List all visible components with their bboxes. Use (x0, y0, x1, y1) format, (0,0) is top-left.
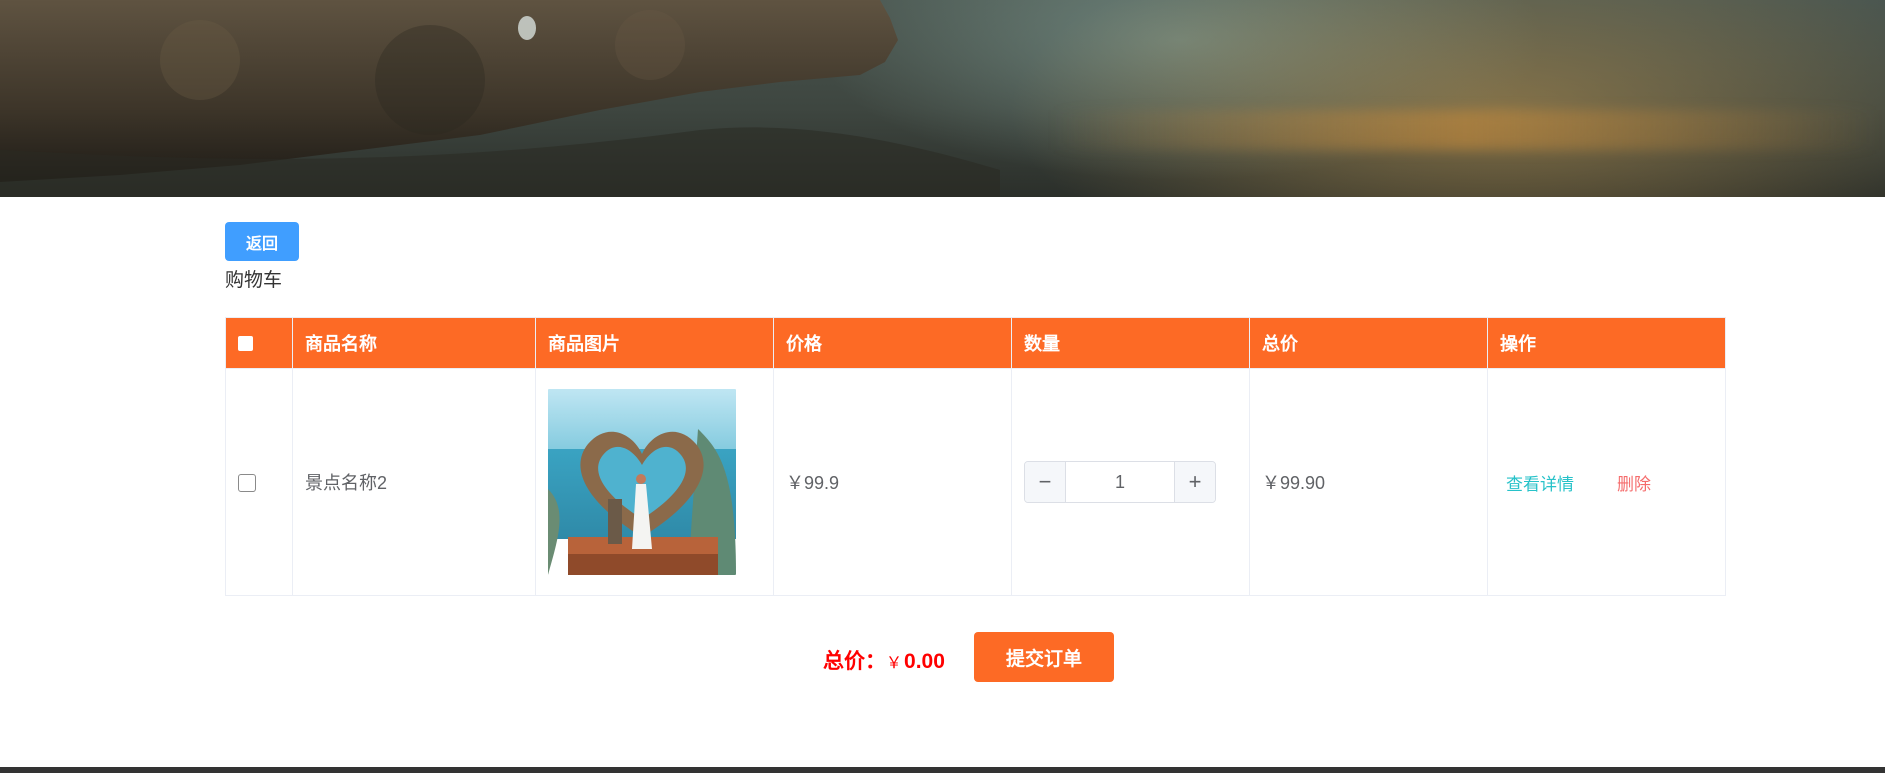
select-all-checkbox[interactable] (238, 336, 253, 352)
banner-rock-illustration (0, 0, 1000, 197)
row-select-cell (225, 368, 293, 596)
decrease-quantity-button[interactable]: − (1025, 462, 1066, 502)
product-image[interactable] (548, 389, 736, 575)
product-image-cell (535, 368, 774, 596)
header-price: 价格 (773, 317, 1012, 369)
submit-order-button[interactable]: 提交订单 (974, 632, 1114, 682)
page-title: 购物车 (225, 270, 283, 291)
actions-cell: 查看详情 删除 (1487, 368, 1726, 596)
order-total: 总价：￥0.00 (823, 645, 945, 675)
header-quantity: 数量 (1011, 317, 1250, 369)
product-price: ￥99.9 (773, 368, 1012, 596)
header-product-name: 商品名称 (292, 317, 536, 369)
view-details-link[interactable]: 查看详情 (1506, 475, 1574, 494)
product-name: 景点名称2 (292, 368, 536, 596)
quantity-stepper[interactable]: − + (1024, 461, 1216, 503)
back-button[interactable]: 返回 (225, 222, 299, 261)
increase-quantity-button[interactable]: + (1174, 462, 1215, 502)
currency-symbol: ￥ (886, 655, 903, 672)
table-row: 景点名称2 ￥99.9 − 1 + ￥99.90 查看详情 删除 (225, 368, 1726, 596)
footer-bar (0, 767, 1885, 773)
row-checkbox[interactable] (238, 473, 256, 492)
quantity-cell: − + (1011, 368, 1250, 596)
header-actions: 操作 (1487, 317, 1726, 369)
select-all-header (225, 317, 293, 369)
header-product-image: 商品图片 (535, 317, 774, 369)
header-total: 总价 (1249, 317, 1488, 369)
delete-link[interactable]: 删除 (1617, 475, 1651, 494)
cart-table: 商品名称 商品图片 价格 数量 总价 操作 景点名称2 ￥99.9 − 1 + … (225, 317, 1726, 596)
total-value: 0.00 (904, 650, 945, 673)
quantity-input[interactable] (1066, 462, 1174, 502)
hero-banner (0, 0, 1885, 197)
total-label-text: 总价： (823, 650, 886, 673)
row-total: ￥99.90 (1249, 368, 1488, 596)
table-header-row: 商品名称 商品图片 价格 数量 总价 操作 (225, 317, 1726, 369)
